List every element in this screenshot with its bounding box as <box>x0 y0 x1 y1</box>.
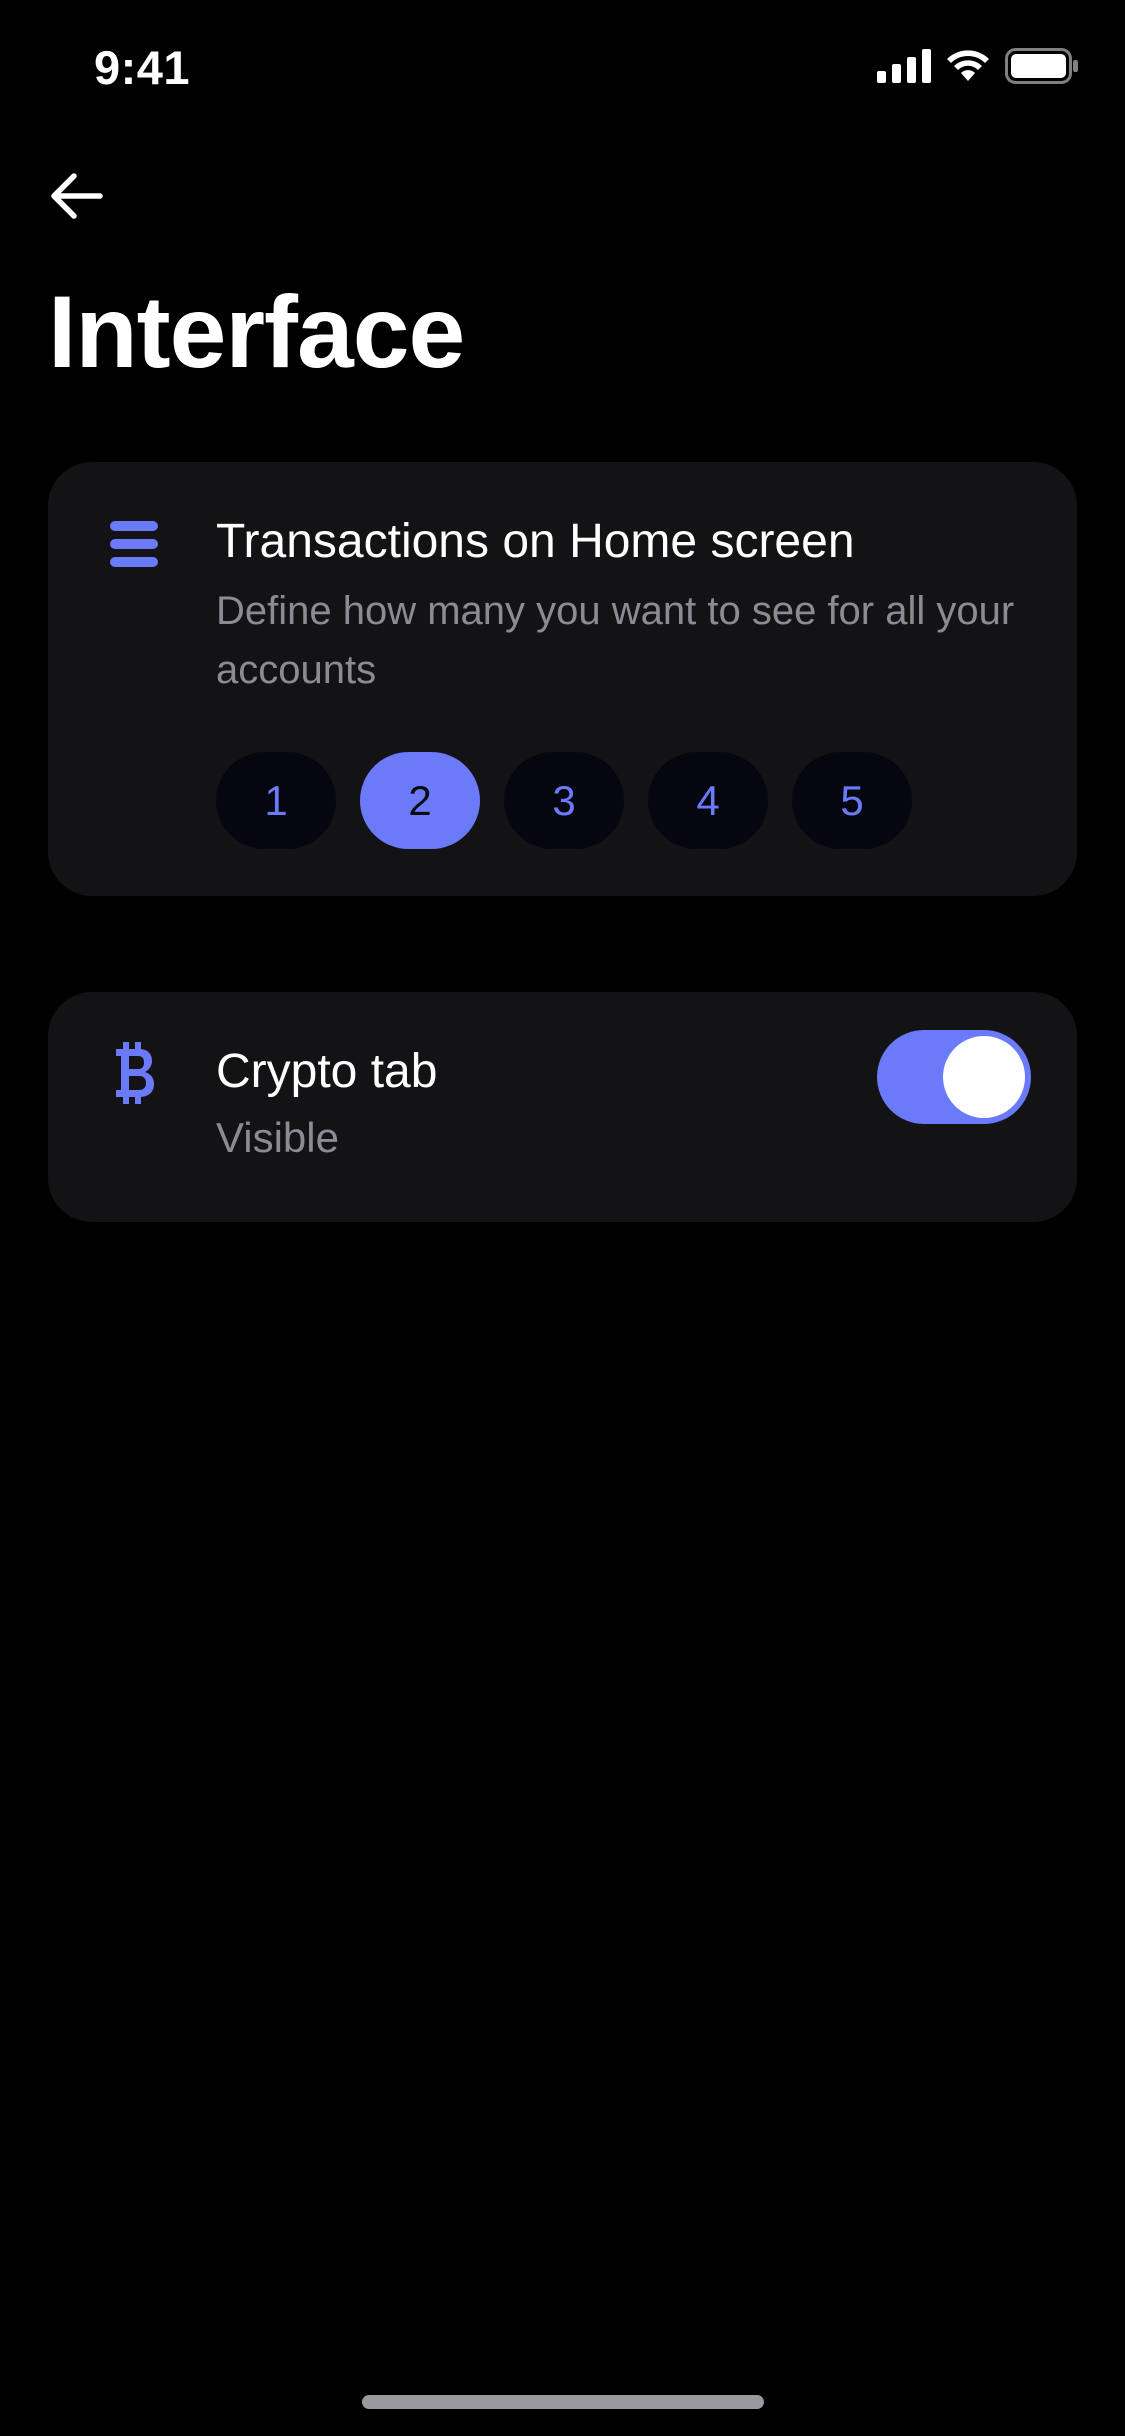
cellular-signal-icon <box>877 49 931 83</box>
home-indicator <box>362 2395 764 2409</box>
status-time: 9:41 <box>94 41 191 94</box>
battery-icon <box>1005 48 1078 84</box>
option-1-button[interactable]: 1 <box>216 752 336 849</box>
page-title: Interface <box>48 275 465 389</box>
transactions-card: Transactions on Home screen Define how m… <box>48 462 1077 896</box>
bitcoin-icon <box>106 1042 162 1104</box>
crypto-card: Crypto tab Visible <box>48 992 1077 1222</box>
transactions-count-selector: 1 2 3 4 5 <box>216 752 912 849</box>
toggle-knob <box>943 1036 1025 1118</box>
crypto-tab-toggle[interactable] <box>877 1030 1031 1124</box>
transactions-title: Transactions on Home screen <box>216 515 855 568</box>
arrow-left-icon <box>51 173 103 219</box>
status-icons <box>877 48 1079 84</box>
option-2-button[interactable]: 2 <box>360 752 480 849</box>
wifi-icon <box>947 50 989 81</box>
status-bar: 9:41 <box>0 0 1125 135</box>
list-lines-icon <box>106 516 162 572</box>
option-3-button[interactable]: 3 <box>504 752 624 849</box>
crypto-tab-title: Crypto tab <box>216 1045 438 1098</box>
option-4-button[interactable]: 4 <box>648 752 768 849</box>
option-5-button[interactable]: 5 <box>792 752 912 849</box>
back-button[interactable] <box>40 160 112 232</box>
transactions-description: Define how many you want to see for all … <box>216 589 1015 692</box>
